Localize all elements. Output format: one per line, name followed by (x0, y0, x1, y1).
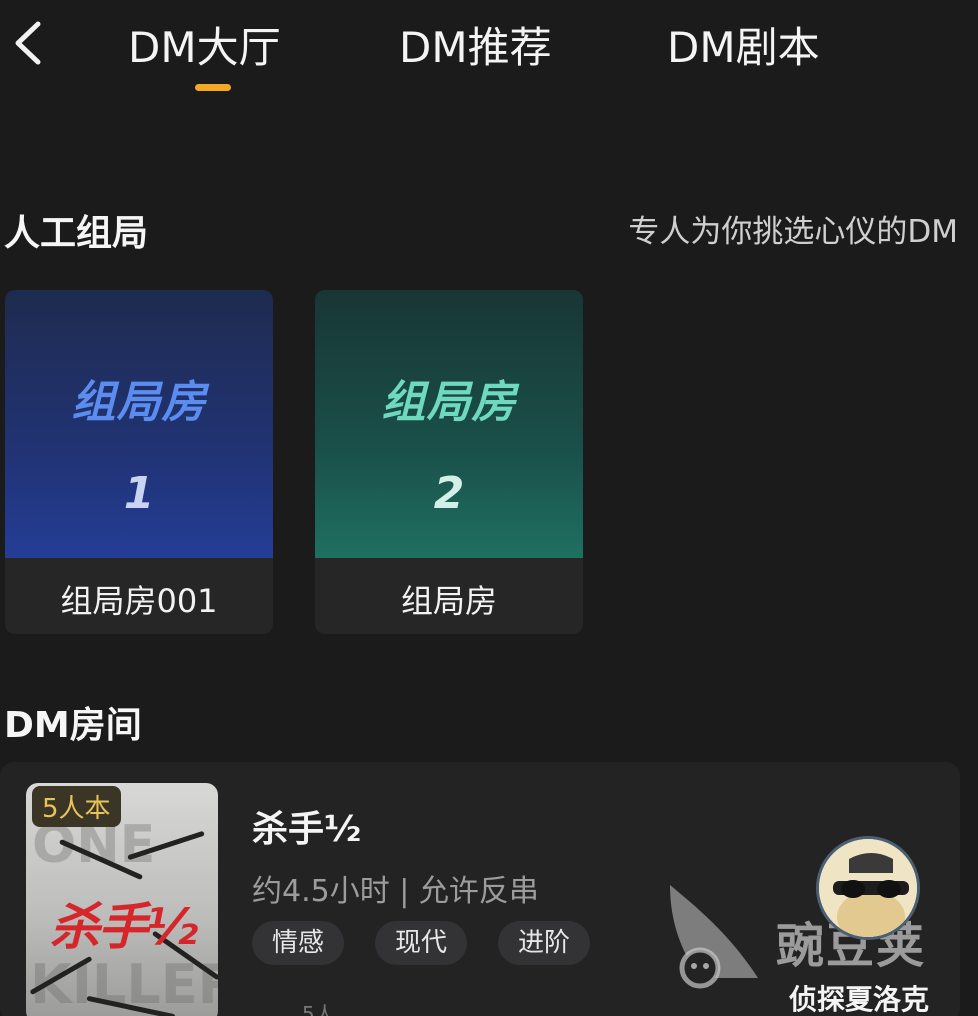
active-tab-indicator (195, 84, 231, 91)
dm-name[interactable]: 侦探夏洛克 (789, 978, 929, 1016)
script-title: 杀手½ (252, 809, 362, 850)
tag-modern[interactable]: 现代 (375, 921, 468, 965)
chevron-left-icon (15, 21, 41, 65)
script-meta: 约4.5小时 | 允许反串 (252, 874, 539, 909)
room-cover: 组局房 2 (315, 290, 583, 558)
room-cover-title: 组局房 (71, 377, 207, 428)
room-cover-number: 2 (433, 468, 465, 519)
watermark-logo-icon (660, 880, 770, 994)
room-name: 组局房 (400, 582, 497, 620)
manual-group-subtitle: 专人为你挑选心仪的DM (628, 214, 958, 250)
room-card-1[interactable]: 组局房 1 组局房001 (5, 290, 273, 634)
tag-emotion[interactable]: 情感 (252, 921, 345, 965)
room-name: 组局房001 (60, 582, 218, 620)
tab-dm-recommend[interactable]: DM推荐 (399, 14, 552, 75)
tab-dm-hall[interactable]: DM大厅 (128, 14, 281, 75)
dm-avatar[interactable] (816, 836, 920, 940)
tab-dm-scripts[interactable]: DM剧本 (667, 14, 820, 75)
room-cover-title: 组局房 (381, 377, 517, 428)
room-card-2[interactable]: 组局房 2 组局房 (315, 290, 583, 634)
dm-rooms-title: DM房间 (4, 705, 142, 746)
manual-group-title: 人工组局 (4, 213, 149, 254)
room-cover-number: 1 (123, 468, 155, 519)
tag-advanced[interactable]: 进阶 (498, 921, 591, 965)
room-cover: 组局房 1 (5, 290, 273, 558)
player-count-badge: 5人本 (32, 786, 121, 827)
poster-title: 杀手½ (50, 898, 198, 956)
back-button[interactable] (10, 20, 50, 66)
script-extra-info: …5人… (282, 1002, 355, 1016)
